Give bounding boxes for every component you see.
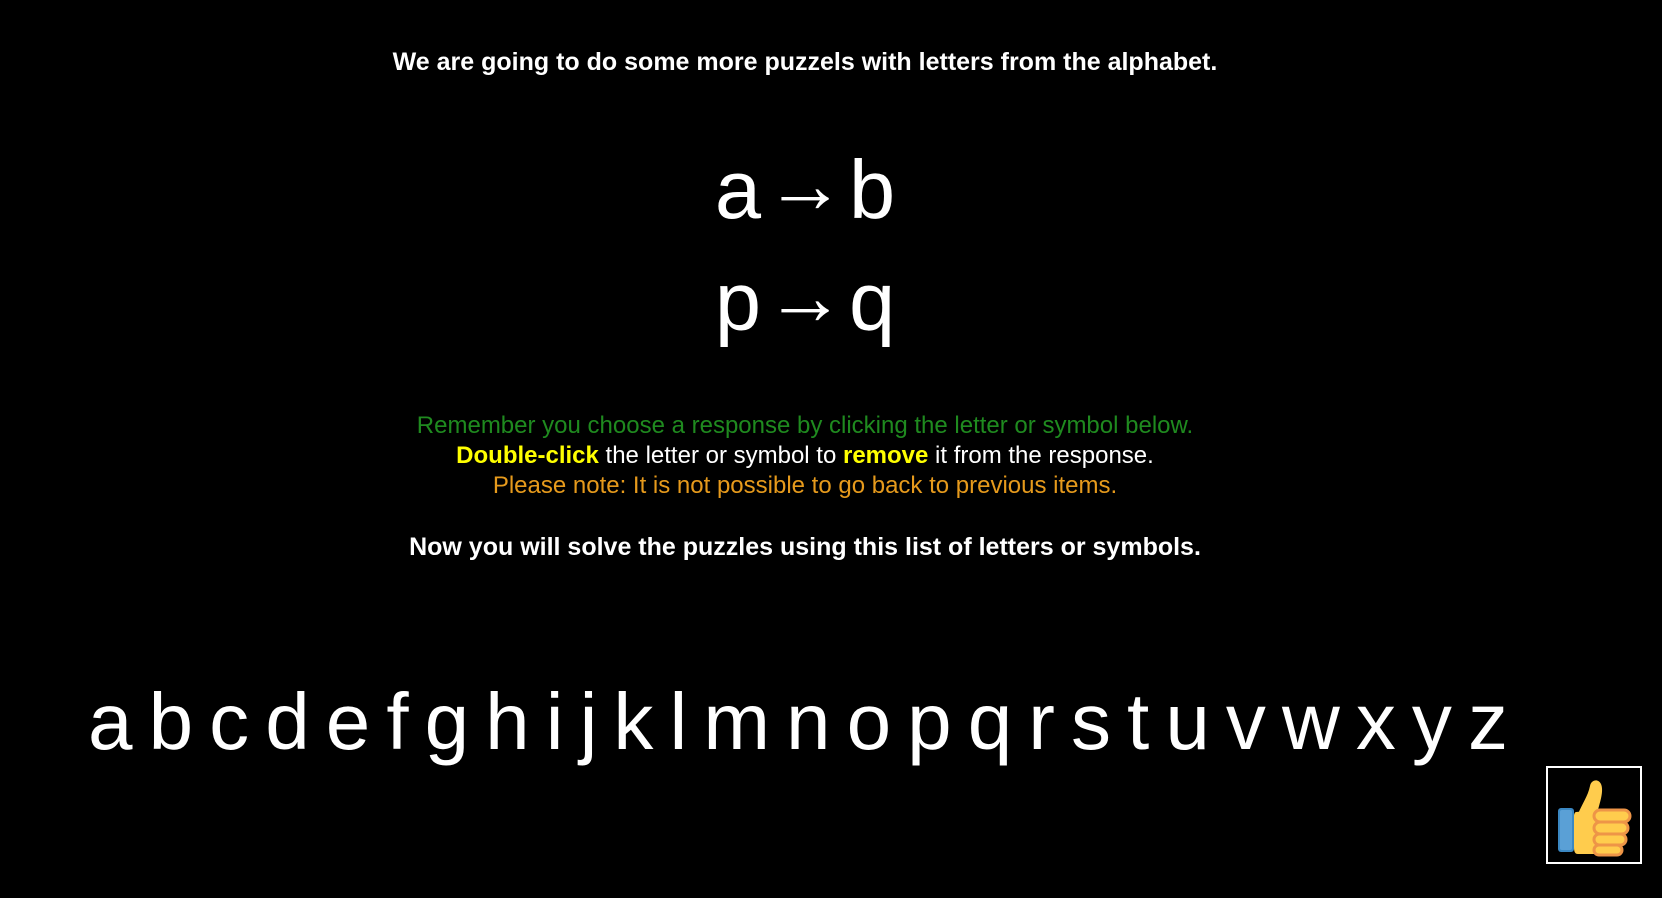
letter-option-v[interactable]: v (1226, 672, 1266, 782)
example-from-letter: p (714, 255, 761, 348)
example-from-letter: a (714, 143, 761, 236)
letter-option-d[interactable]: d (265, 672, 310, 782)
letter-option-r[interactable]: r (1028, 672, 1055, 782)
letter-option-s[interactable]: s (1071, 672, 1111, 782)
letter-option-t[interactable]: t (1127, 672, 1149, 782)
arrow-icon: → (765, 140, 845, 229)
instruction-choose-response: Remember you choose a response by clicki… (416, 412, 1194, 439)
letter-option-y[interactable]: y (1412, 672, 1452, 782)
letter-option-n[interactable]: n (786, 672, 831, 782)
example-pair-2: p→q (0, 252, 1610, 353)
letter-option-w[interactable]: w (1282, 672, 1340, 782)
double-click-highlight: Double-click (456, 442, 599, 469)
letter-option-b[interactable]: b (149, 672, 194, 782)
letter-option-q[interactable]: q (968, 672, 1013, 782)
letter-palette: abcdefghijklmnopqrstuvwxyz (88, 672, 1508, 782)
thumbs-up-button[interactable] (1546, 766, 1642, 864)
letter-option-k[interactable]: k (613, 672, 653, 782)
example-to-letter: q (849, 255, 896, 348)
letter-option-c[interactable]: c (209, 672, 249, 782)
intro-text: We are going to do some more puzzels wit… (392, 48, 1218, 76)
letter-option-h[interactable]: h (485, 672, 530, 782)
letter-option-u[interactable]: u (1165, 672, 1210, 782)
instruction-no-going-back: Please note: It is not possible to go ba… (492, 472, 1118, 499)
arrow-icon: → (765, 252, 845, 341)
example-to-letter: b (849, 143, 896, 236)
letter-option-z[interactable]: z (1468, 672, 1508, 782)
letter-option-m[interactable]: m (703, 672, 770, 782)
instruction-remove-text-1: the letter or symbol to (598, 442, 843, 469)
letter-option-o[interactable]: o (847, 672, 892, 782)
letter-option-g[interactable]: g (425, 672, 470, 782)
letter-option-a[interactable]: a (88, 672, 133, 782)
solve-instruction: Now you will solve the puzzles using thi… (409, 533, 1201, 561)
letter-option-p[interactable]: p (907, 672, 952, 782)
letter-option-e[interactable]: e (326, 672, 371, 782)
letter-option-f[interactable]: f (386, 672, 408, 782)
example-pair-1: a→b (0, 140, 1610, 241)
instruction-remove: Double-click the letter or symbol to rem… (0, 441, 1610, 471)
letter-option-i[interactable]: i (546, 672, 564, 782)
letter-option-x[interactable]: x (1356, 672, 1396, 782)
letter-option-j[interactable]: j (580, 672, 598, 782)
thumbs-up-icon (1558, 780, 1632, 857)
instructions-block: Remember you choose a response by clicki… (0, 411, 1610, 501)
remove-highlight: remove (842, 442, 929, 469)
instruction-remove-text-2: it from the response. (928, 442, 1154, 469)
letter-option-l[interactable]: l (669, 672, 687, 782)
